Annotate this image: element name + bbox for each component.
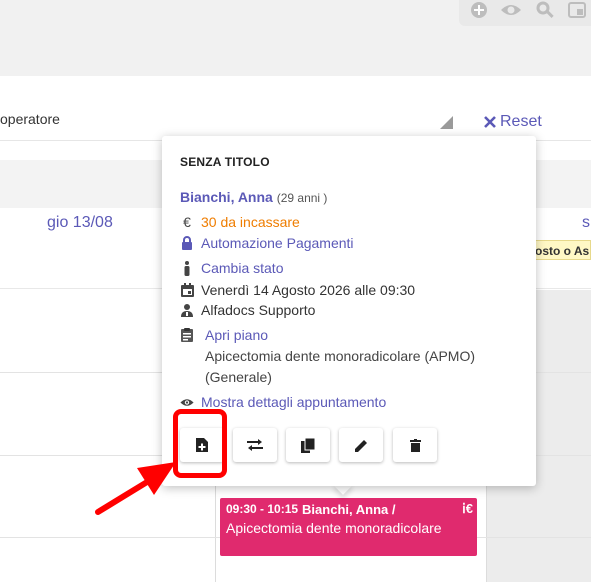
annotation-arrow <box>95 462 176 515</box>
